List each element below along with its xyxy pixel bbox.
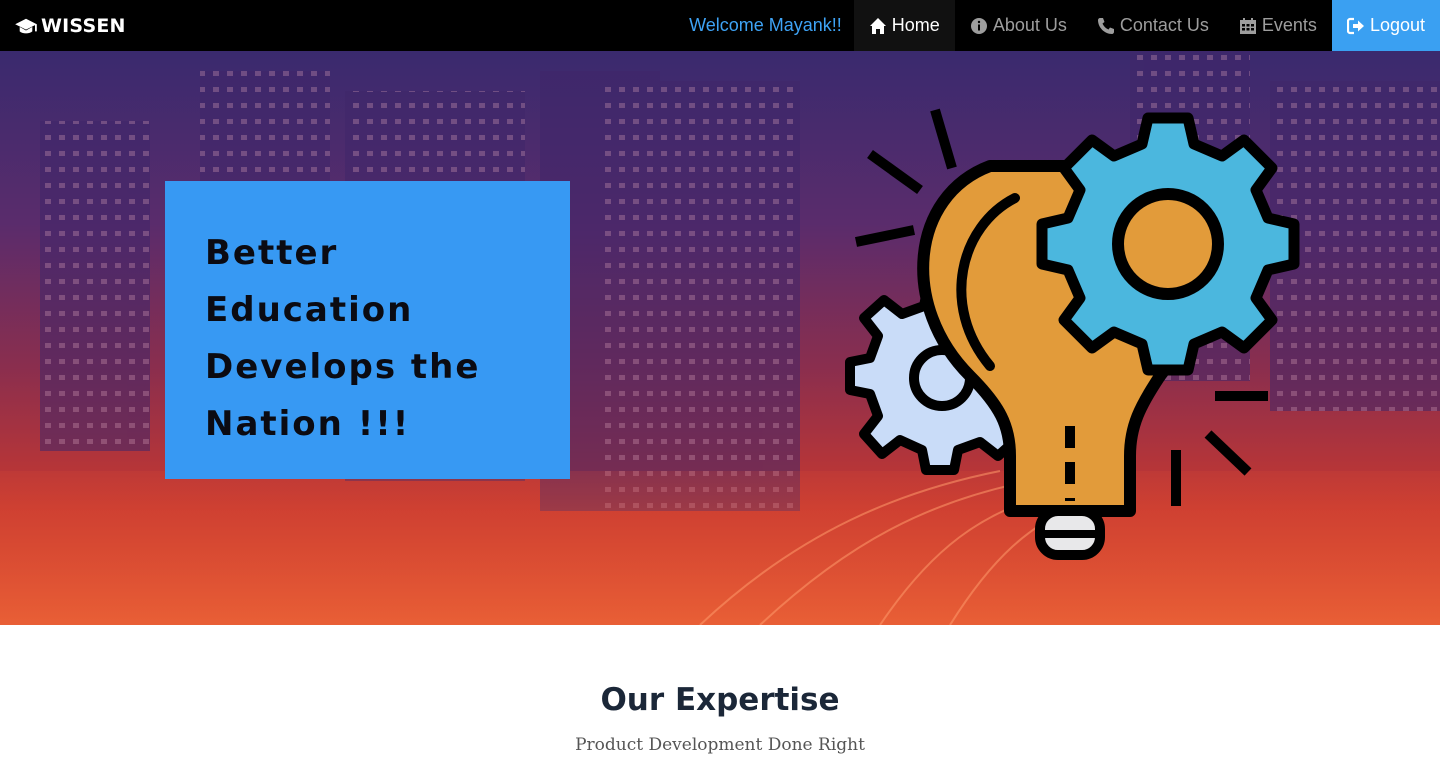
welcome-message: Welcome Mayank!! bbox=[689, 15, 842, 35]
brand-link[interactable]: WISSEN bbox=[15, 0, 126, 51]
nav-home[interactable]: Home bbox=[853, 0, 955, 51]
nav-contact-label: Contact Us bbox=[1119, 15, 1209, 35]
info-icon bbox=[970, 17, 987, 34]
hero-quote: Better Education Develops the Nation !!! bbox=[205, 233, 481, 444]
logout-icon bbox=[1346, 17, 1364, 34]
nav-menu: Welcome Mayank!! Home About Us Contact U… bbox=[689, 0, 1440, 51]
lightbulb-gears-icon bbox=[845, 108, 1300, 560]
nav-events[interactable]: Events bbox=[1224, 0, 1332, 51]
nav-about-us[interactable]: About Us bbox=[955, 0, 1082, 51]
hero-quote-box: Better Education Develops the Nation !!! bbox=[165, 181, 570, 479]
hero-banner: Better Education Develops the Nation !!! bbox=[0, 51, 1440, 625]
nav-contact-us[interactable]: Contact Us bbox=[1082, 0, 1224, 51]
expertise-subtitle: Product Development Done Right bbox=[575, 735, 865, 755]
expertise-title: Our Expertise bbox=[600, 682, 840, 718]
nav-about-label: About Us bbox=[992, 15, 1067, 35]
graduation-cap-icon bbox=[15, 18, 37, 33]
logout-label: Logout bbox=[1369, 15, 1425, 35]
logout-button[interactable]: Logout bbox=[1331, 0, 1440, 51]
nav-home-label: Home bbox=[891, 15, 940, 35]
home-icon bbox=[869, 17, 886, 34]
calendar-icon bbox=[1239, 17, 1256, 34]
brand-name: WISSEN bbox=[41, 14, 126, 37]
navbar: WISSEN Welcome Mayank!! Home About Us Co… bbox=[0, 0, 1440, 51]
phone-icon bbox=[1097, 17, 1114, 34]
nav-events-label: Events bbox=[1261, 15, 1317, 35]
